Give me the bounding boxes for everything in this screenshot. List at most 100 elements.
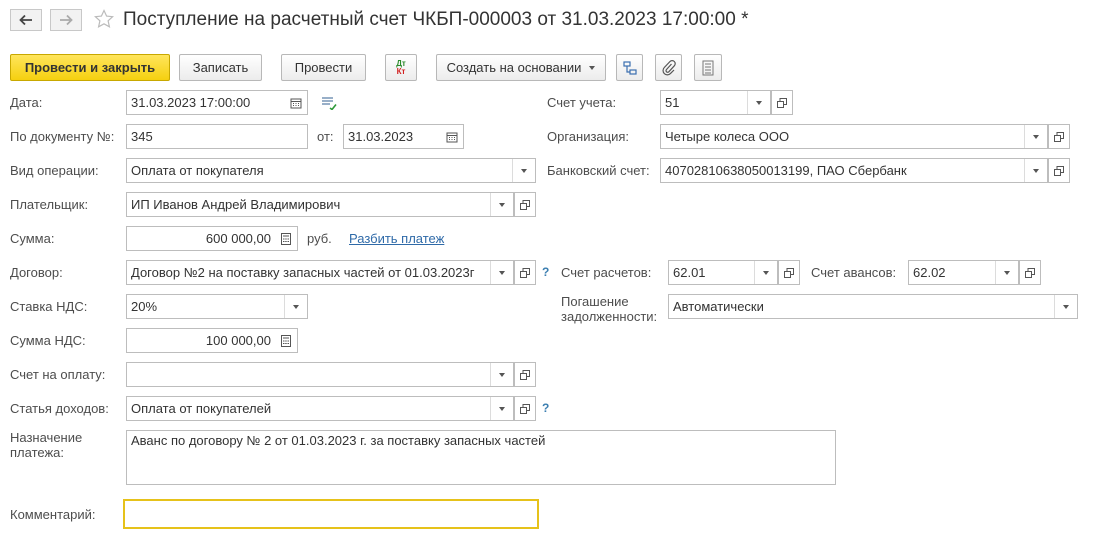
print-list-button[interactable]: [694, 54, 722, 81]
chevron-down-icon[interactable]: [754, 261, 777, 284]
calendar-icon[interactable]: [285, 91, 307, 114]
open-invoice-button[interactable]: [514, 362, 536, 387]
structure-button[interactable]: [616, 54, 643, 81]
open-payer-button[interactable]: [514, 192, 536, 217]
post-and-close-button[interactable]: Провести и закрыть: [10, 54, 170, 81]
list-icon: [702, 60, 714, 75]
advance-account-select[interactable]: 62.02: [908, 260, 1019, 285]
amount-value: 600 000,00: [205, 231, 271, 246]
organization-value: Четыре колеса ООО: [665, 129, 790, 144]
doc-number-label: По документу №:: [10, 129, 115, 144]
back-button[interactable]: [10, 9, 42, 31]
purpose-label-line2: платежа:: [10, 445, 64, 460]
vat-rate-select[interactable]: 20%: [126, 294, 308, 319]
chevron-down-icon[interactable]: [747, 91, 770, 114]
currency-label: руб.: [307, 231, 332, 246]
bank-account-label: Банковский счет:: [547, 163, 650, 178]
edit-date-icon[interactable]: [321, 96, 337, 113]
advance-account-label: Счет авансов:: [811, 265, 897, 280]
organization-label: Организация:: [547, 129, 630, 144]
organization-select[interactable]: Четыре колеса ООО: [660, 124, 1048, 149]
open-contract-button[interactable]: [514, 260, 536, 285]
chevron-down-icon: [589, 65, 596, 70]
amount-field[interactable]: 600 000,00: [126, 226, 298, 251]
chevron-down-icon[interactable]: [284, 295, 307, 318]
operation-type-select[interactable]: Оплата от покупателя: [126, 158, 536, 183]
contract-select[interactable]: Договор №2 на поставку запасных частей о…: [126, 260, 514, 285]
date-field[interactable]: 31.03.2023 17:00:00: [126, 90, 308, 115]
debt-repayment-select[interactable]: Автоматически: [668, 294, 1078, 319]
paperclip-icon: [661, 59, 676, 75]
create-based-on-label: Создать на основании: [446, 60, 582, 75]
settlement-account-select[interactable]: 62.01: [668, 260, 778, 285]
bank-account-value: 40702810638050013199, ПАО Сбербанк: [665, 163, 907, 178]
income-item-help-icon[interactable]: ?: [542, 401, 549, 415]
open-account-button[interactable]: [771, 90, 793, 115]
payer-select[interactable]: ИП Иванов Андрей Владимирович: [126, 192, 514, 217]
account-select[interactable]: 51: [660, 90, 771, 115]
purpose-label-line1: Назначение: [10, 430, 83, 445]
debt-repayment-value: Автоматически: [673, 299, 764, 314]
calculator-icon[interactable]: [275, 227, 297, 250]
dt-kt-button[interactable]: Дт Кт: [385, 54, 417, 81]
doc-number-value: 345: [131, 129, 153, 144]
open-settlement-account-button[interactable]: [778, 260, 800, 285]
open-income-item-button[interactable]: [514, 396, 536, 421]
doc-number-field[interactable]: 345: [126, 124, 308, 149]
invoice-select[interactable]: [126, 362, 514, 387]
settlement-account-label: Счет расчетов:: [561, 265, 652, 280]
chevron-down-icon[interactable]: [995, 261, 1018, 284]
open-advance-account-button[interactable]: [1019, 260, 1041, 285]
attachments-button[interactable]: [655, 54, 682, 81]
dt-kt-icon: Дт Кт: [396, 58, 406, 76]
chevron-down-icon[interactable]: [490, 261, 513, 284]
open-window-icon: [520, 369, 530, 380]
page-title: Поступление на расчетный счет ЧКБП-00000…: [123, 9, 749, 30]
debt-repayment-label-line2: задолженности:: [561, 309, 658, 324]
purpose-textarea[interactable]: Аванс по договору № 2 от 01.03.2023 г. з…: [126, 430, 836, 485]
date-label: Дата:: [10, 95, 43, 110]
save-button[interactable]: Записать: [179, 54, 262, 81]
income-item-select[interactable]: Оплата от покупателей: [126, 396, 514, 421]
doc-date-label: от:: [317, 129, 334, 144]
doc-date-field[interactable]: 31.03.2023: [343, 124, 464, 149]
account-label: Счет учета:: [547, 95, 617, 110]
calculator-icon[interactable]: [275, 329, 297, 352]
vat-amount-field[interactable]: 100 000,00: [126, 328, 298, 353]
contract-help-icon[interactable]: ?: [542, 265, 549, 279]
open-bank-account-button[interactable]: [1048, 158, 1070, 183]
comment-field[interactable]: [123, 499, 539, 529]
income-item-value: Оплата от покупателей: [131, 401, 272, 416]
open-window-icon: [1025, 267, 1035, 278]
open-window-icon: [784, 267, 794, 278]
chevron-down-icon[interactable]: [490, 363, 513, 386]
chevron-down-icon[interactable]: [1024, 159, 1047, 182]
open-organization-button[interactable]: [1048, 124, 1070, 149]
open-window-icon: [1054, 131, 1064, 142]
structure-icon: [622, 60, 637, 75]
chevron-down-icon[interactable]: [1054, 295, 1077, 318]
split-payment-link[interactable]: Разбить платеж: [349, 231, 444, 246]
post-button[interactable]: Провести: [281, 54, 366, 81]
forward-button[interactable]: [50, 9, 82, 31]
favorite-star-icon[interactable]: [94, 9, 114, 32]
bank-account-select[interactable]: 40702810638050013199, ПАО Сбербанк: [660, 158, 1048, 183]
open-window-icon: [1054, 165, 1064, 176]
debt-repayment-label-line1: Погашение: [561, 294, 629, 309]
purpose-value: Аванс по договору № 2 от 01.03.2023 г. з…: [131, 433, 546, 448]
payer-label: Плательщик:: [10, 197, 89, 212]
chevron-down-icon[interactable]: [512, 159, 535, 182]
open-window-icon: [520, 267, 530, 278]
date-value: 31.03.2023 17:00:00: [131, 95, 251, 110]
calendar-icon[interactable]: [441, 125, 463, 148]
arrow-right-icon: [60, 14, 73, 26]
vat-rate-label: Ставка НДС:: [10, 299, 88, 314]
amount-label: Сумма:: [10, 231, 55, 246]
comment-label: Комментарий:: [10, 507, 96, 522]
chevron-down-icon[interactable]: [1024, 125, 1047, 148]
open-window-icon: [520, 403, 530, 414]
chevron-down-icon[interactable]: [490, 397, 513, 420]
contract-value: Договор №2 на поставку запасных частей о…: [131, 265, 475, 280]
create-based-on-button[interactable]: Создать на основании: [436, 54, 606, 81]
chevron-down-icon[interactable]: [490, 193, 513, 216]
